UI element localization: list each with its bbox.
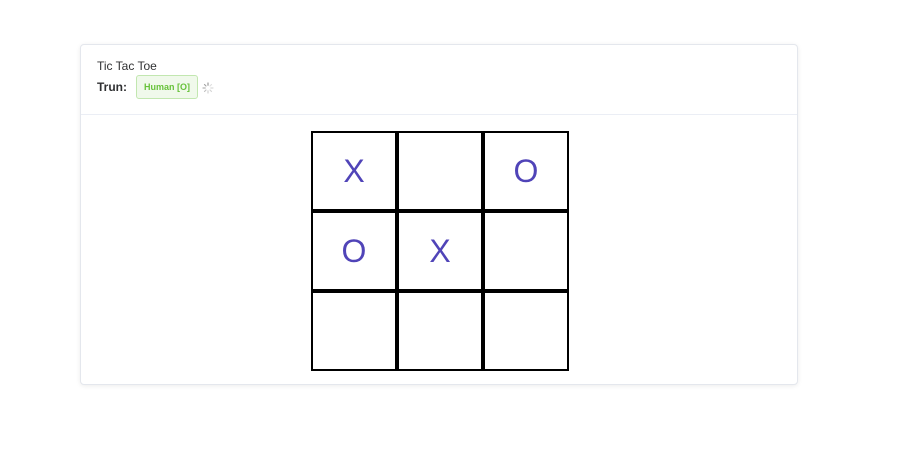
board-cell-5[interactable]: X bbox=[399, 213, 481, 289]
current-player-tag: Human [O] bbox=[136, 75, 198, 99]
loading-spinner-icon bbox=[202, 81, 214, 94]
board-cell-6[interactable] bbox=[485, 213, 567, 289]
game-board: X O O X bbox=[311, 131, 569, 371]
board-cell-1[interactable]: X bbox=[313, 133, 395, 209]
board-cell-9[interactable] bbox=[485, 293, 567, 369]
game-card: Tic Tac Toe Trun: Human [O] X O O X bbox=[80, 44, 798, 385]
board-cell-3[interactable]: O bbox=[485, 133, 567, 209]
turn-indicator: Trun: Human [O] bbox=[97, 75, 214, 99]
card-header: Tic Tac Toe Trun: Human [O] bbox=[81, 45, 797, 115]
board-cell-7[interactable] bbox=[313, 293, 395, 369]
board-cell-8[interactable] bbox=[399, 293, 481, 369]
turn-label: Trun: bbox=[97, 80, 127, 94]
board-cell-4[interactable]: O bbox=[313, 213, 395, 289]
board-cell-2[interactable] bbox=[399, 133, 481, 209]
game-title: Tic Tac Toe bbox=[97, 59, 157, 73]
